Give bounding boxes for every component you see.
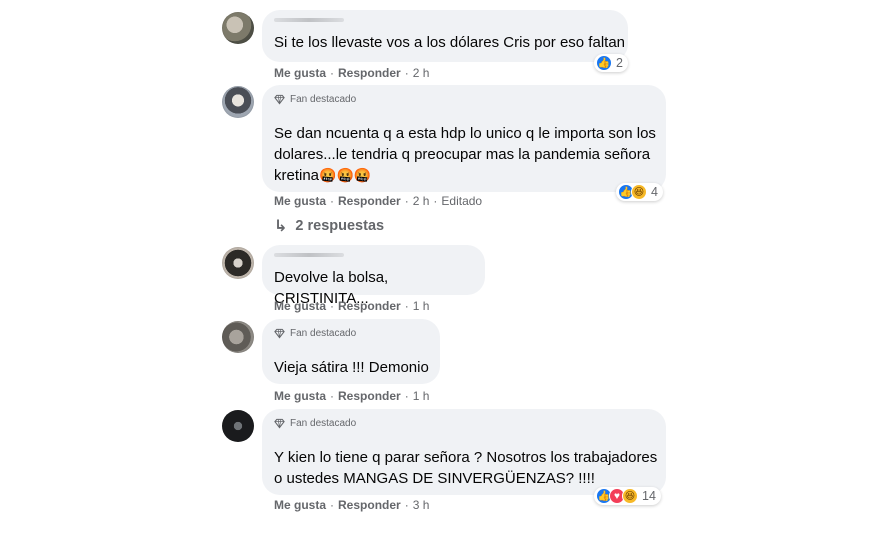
replies-label: 2 respuestas xyxy=(295,218,385,234)
comment-bubble: Devolve la bolsa, CRISTINITA... xyxy=(262,245,485,307)
reaction-summary[interactable]: 👍 ♥ 😆 14 xyxy=(594,487,661,505)
comment-text: Se dan ncuenta q a esta hdp lo unico q l… xyxy=(274,123,656,186)
diamond-icon xyxy=(274,94,285,105)
separator-dot: · xyxy=(330,389,335,403)
reply-button[interactable]: Responder xyxy=(338,194,401,208)
comment-bubble: Si te los llevaste vos a los dólares Cri… xyxy=(262,10,628,62)
comment-bubble: Fan destacado Y kien lo tiene q parar se… xyxy=(262,409,666,495)
reaction-summary[interactable]: 👍 2 xyxy=(594,54,628,72)
separator-dot: · xyxy=(330,194,335,208)
separator-dot: · xyxy=(404,299,409,313)
separator-dot: · xyxy=(404,498,409,512)
comment-actions: Me gusta · Responder · 1 h xyxy=(274,389,429,403)
separator-dot: · xyxy=(433,194,438,208)
reply-button[interactable]: Responder xyxy=(338,66,401,80)
timestamp[interactable]: 3 h xyxy=(413,498,430,512)
reply-button[interactable]: Responder xyxy=(338,299,401,313)
reaction-count: 4 xyxy=(651,185,658,199)
comment-text: Vieja sátira !!! Demonio xyxy=(274,359,429,376)
reaction-count: 2 xyxy=(616,56,623,70)
timestamp[interactable]: 1 h xyxy=(413,299,430,313)
commenter-avatar[interactable] xyxy=(222,321,254,353)
like-button[interactable]: Me gusta xyxy=(274,194,326,208)
like-button[interactable]: Me gusta xyxy=(274,299,326,313)
haha-reaction-icon: 😆 xyxy=(622,488,638,504)
angry-emojis: 🤬🤬🤬 xyxy=(319,167,372,183)
like-reaction-icon: 👍 xyxy=(596,55,612,71)
separator-dot: · xyxy=(330,498,335,512)
timestamp[interactable]: 2 h xyxy=(413,66,430,80)
commenter-avatar[interactable] xyxy=(222,12,254,44)
reaction-summary[interactable]: 👍 😆 4 xyxy=(616,183,663,201)
haha-reaction-icon: 😆 xyxy=(631,184,647,200)
commenter-name[interactable] xyxy=(274,18,344,22)
view-replies-link[interactable]: ↳ 2 respuestas xyxy=(274,216,384,236)
like-button[interactable]: Me gusta xyxy=(274,498,326,512)
comment-actions: Me gusta · Responder · 1 h xyxy=(274,299,429,313)
like-button[interactable]: Me gusta xyxy=(274,66,326,80)
commenter-avatar[interactable] xyxy=(222,247,254,279)
edited-label: Editado xyxy=(441,194,483,208)
comment-text: Si te los llevaste vos a los dólares Cri… xyxy=(274,34,625,51)
timestamp[interactable]: 1 h xyxy=(413,389,430,403)
like-button[interactable]: Me gusta xyxy=(274,389,326,403)
commenter-name[interactable] xyxy=(274,253,344,257)
diamond-icon xyxy=(274,418,285,429)
comment-actions: Me gusta · Responder · 3 h xyxy=(274,498,429,512)
fan-badge: Fan destacado xyxy=(274,328,356,339)
comment-bubble: Fan destacado Vieja sátira !!! Demonio xyxy=(262,319,440,384)
separator-dot: · xyxy=(330,66,335,80)
fan-badge-label: Fan destacado xyxy=(290,328,357,339)
comment-bubble: Fan destacado Se dan ncuenta q a esta hd… xyxy=(262,85,666,192)
commenter-avatar[interactable] xyxy=(222,410,254,442)
comment-actions: Me gusta · Responder · 2 h xyxy=(274,66,429,80)
reply-button[interactable]: Responder xyxy=(338,498,401,512)
fan-badge-label: Fan destacado xyxy=(290,418,357,429)
separator-dot: · xyxy=(404,389,409,403)
comment-text: Y kien lo tiene q parar señora ? Nosotro… xyxy=(274,449,658,487)
reply-arrow-icon: ↳ xyxy=(274,218,288,235)
fan-badge: Fan destacado xyxy=(274,94,356,105)
separator-dot: · xyxy=(404,66,409,80)
reaction-count: 14 xyxy=(642,489,656,503)
fan-badge-label: Fan destacado xyxy=(290,94,357,105)
commenter-avatar[interactable] xyxy=(222,86,254,118)
separator-dot: · xyxy=(404,194,409,208)
reply-button[interactable]: Responder xyxy=(338,389,401,403)
diamond-icon xyxy=(274,328,285,339)
separator-dot: · xyxy=(330,299,335,313)
comment-actions: Me gusta · Responder · 2 h · Editado xyxy=(274,194,482,208)
timestamp[interactable]: 2 h xyxy=(413,194,430,208)
fan-badge: Fan destacado xyxy=(274,418,356,429)
